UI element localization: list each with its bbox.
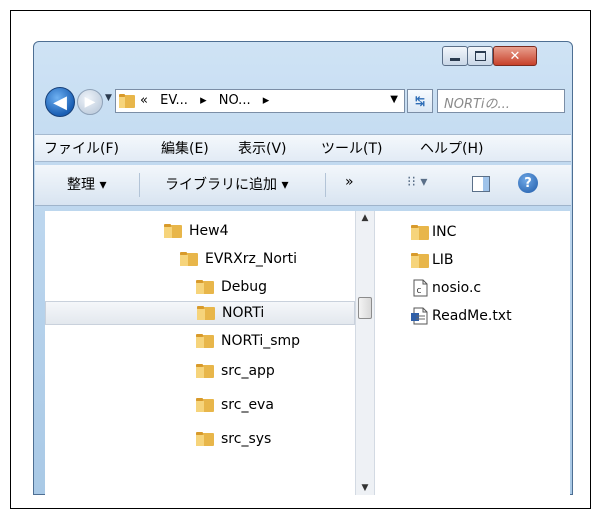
close-button[interactable]: ✕ <box>493 46 537 66</box>
folder-icon <box>119 94 135 108</box>
folder-icon <box>196 398 214 412</box>
breadcrumb-overflow[interactable]: « <box>140 93 148 108</box>
tree-item-norti-smp[interactable]: NORTi_smp <box>195 329 300 353</box>
folder-icon <box>411 225 429 240</box>
breadcrumb-no[interactable]: NO... <box>219 93 251 108</box>
svg-text:c: c <box>417 286 422 296</box>
scrollbar-thumb[interactable] <box>358 297 372 319</box>
list-item-readme-txt[interactable]: ReadMe.txt <box>410 305 512 327</box>
folder-icon <box>164 224 182 238</box>
tree-item-label: src_eva <box>221 397 274 413</box>
tree-item-src-sys[interactable]: src_sys <box>195 427 271 451</box>
c-file-icon: c <box>413 279 428 297</box>
navigation-bar: ◀ ▶ ▼ « EV... ▸ NO... ▸ ▼ ↹ NORTiの... <box>45 83 565 119</box>
search-input[interactable]: NORTiの... <box>437 89 565 113</box>
navigation-scrollbar[interactable]: ▲ ▼ <box>355 211 374 495</box>
organize-button[interactable]: 整理 ▾ <box>67 174 106 194</box>
refresh-button[interactable]: ↹ <box>407 89 433 113</box>
tree-item-label: src_sys <box>221 431 272 447</box>
preview-pane-icon <box>472 176 490 192</box>
menu-edit[interactable]: 編集(E) <box>161 138 209 158</box>
menu-file[interactable]: ファイル(F) <box>44 138 119 158</box>
more-commands-button[interactable]: » <box>345 174 354 190</box>
chevron-down-icon: ▼ <box>105 93 112 103</box>
file-name: LIB <box>432 252 454 268</box>
back-button[interactable]: ◀ <box>45 87 75 117</box>
arrow-right-icon: ▶ <box>84 94 96 110</box>
tree-item-src-app[interactable]: src_app <box>195 359 275 383</box>
address-bar[interactable]: « EV... ▸ NO... ▸ ▼ <box>115 89 405 113</box>
add-to-library-button[interactable]: ライブラリに追加 ▾ <box>165 174 288 194</box>
help-button[interactable]: ? <box>518 173 538 193</box>
recent-pages-dropdown[interactable]: ▼ <box>105 93 112 103</box>
breadcrumb: « EV... ▸ NO... ▸ <box>140 93 277 108</box>
chevron-down-icon[interactable]: ▼ <box>390 94 398 105</box>
menu-tools[interactable]: ツール(T) <box>321 138 382 158</box>
tree-item-evrxrz-norti[interactable]: EVRXrz_Norti <box>179 247 297 271</box>
command-bar: 整理 ▾ ライブラリに追加 ▾ » ⁝⁝ ▾ ? <box>35 165 571 206</box>
scroll-down-icon[interactable]: ▼ <box>356 483 374 493</box>
minimize-icon <box>443 47 467 65</box>
menu-view[interactable]: 表示(V) <box>238 138 287 158</box>
forward-button[interactable]: ▶ <box>77 89 103 115</box>
toolbar-separator <box>325 173 326 197</box>
folder-icon <box>196 432 214 446</box>
list-item-lib[interactable]: LIB <box>410 249 454 271</box>
close-icon: ✕ <box>509 48 521 64</box>
tree-item-label: EVRXrz_Norti <box>205 251 298 267</box>
preview-pane-button[interactable] <box>472 176 490 196</box>
help-icon: ? <box>518 173 538 193</box>
scroll-up-icon[interactable]: ▲ <box>356 213 374 223</box>
breadcrumb-separator[interactable]: ▸ <box>200 93 207 108</box>
tree-item-label: src_app <box>221 363 275 379</box>
menu-help[interactable]: ヘルプ(H) <box>420 138 483 158</box>
toolbar-separator <box>139 173 140 197</box>
tree-item-label: NORTi_smp <box>221 333 301 349</box>
file-name: INC <box>432 224 457 240</box>
breadcrumb-separator[interactable]: ▸ <box>263 93 270 108</box>
navigation-pane: Hew4 EVRXrz_Norti Debug NORTi NORTi_smp … <box>45 211 355 495</box>
folder-icon <box>180 252 198 266</box>
refresh-icon: ↹ <box>414 94 426 108</box>
file-name: ReadMe.txt <box>432 308 512 324</box>
folder-icon <box>196 364 214 378</box>
file-list-pane: INC LIB c nosio.c ReadMe.txt <box>386 211 570 495</box>
menu-bar: ファイル(F) 編集(E) 表示(V) ツール(T) ヘルプ(H) <box>35 134 571 162</box>
view-options-button[interactable]: ⁝⁝ ▾ <box>407 174 427 190</box>
tree-item-norti[interactable]: NORTi <box>45 301 355 325</box>
arrow-left-icon: ◀ <box>53 91 67 113</box>
file-name: nosio.c <box>432 280 482 296</box>
list-item-nosio-c[interactable]: c nosio.c <box>410 277 481 299</box>
tree-item-src-eva[interactable]: src_eva <box>195 393 274 417</box>
folder-icon <box>197 306 215 320</box>
minimize-button[interactable] <box>442 46 468 66</box>
tree-item-label: Hew4 <box>189 223 229 239</box>
tree-item-label: Debug <box>221 279 268 295</box>
maximize-button[interactable] <box>467 46 493 66</box>
list-item-inc[interactable]: INC <box>410 221 456 243</box>
folder-icon <box>196 280 214 294</box>
breadcrumb-ev[interactable]: EV... <box>160 93 188 108</box>
text-file-icon <box>411 307 428 325</box>
maximize-icon <box>468 47 492 65</box>
folder-icon <box>196 334 214 348</box>
folder-icon <box>411 253 429 268</box>
tree-item-label: NORTi <box>222 305 265 321</box>
explorer-window: ✕ ◀ ▶ ▼ « EV... ▸ NO... ▸ ▼ ↹ NORTiの... … <box>33 41 573 495</box>
tree-item-debug[interactable]: Debug <box>195 275 267 299</box>
tree-item-hew4[interactable]: Hew4 <box>163 219 229 243</box>
